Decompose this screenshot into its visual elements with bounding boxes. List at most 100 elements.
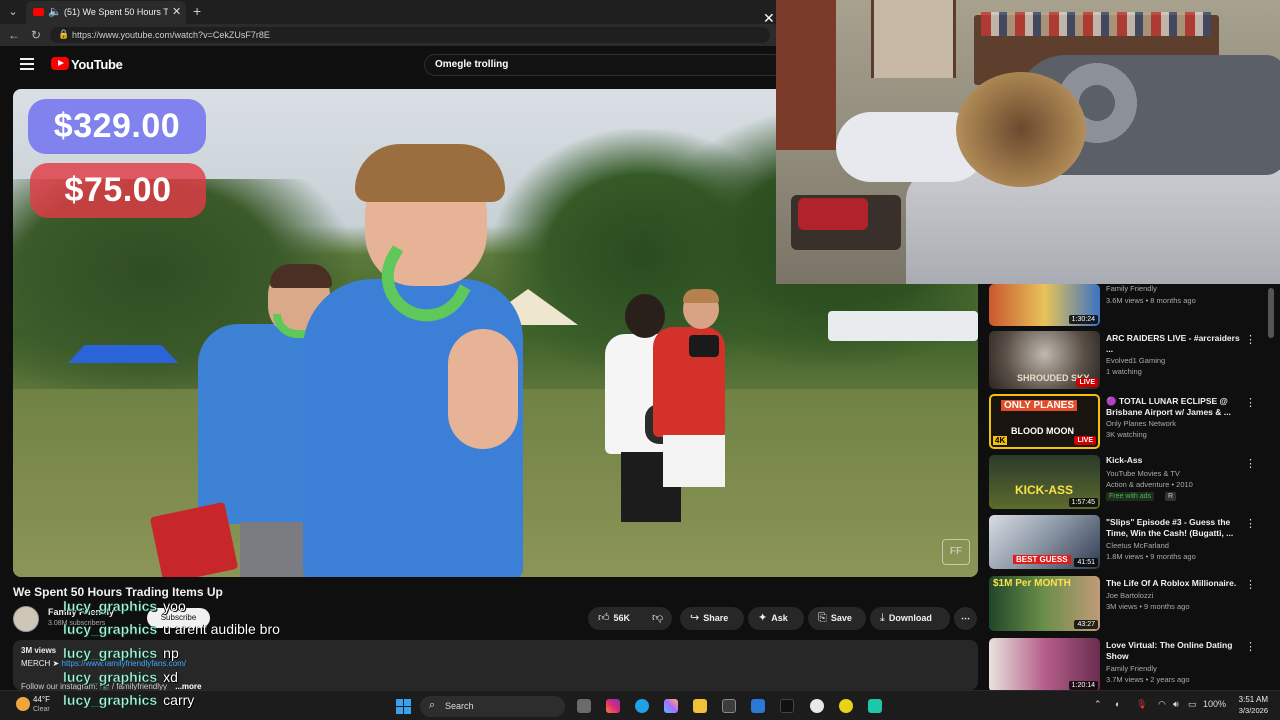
alien-app-icon[interactable] — [810, 699, 824, 713]
tab-search-chevron-icon[interactable]: ⌄ — [4, 4, 22, 20]
chat-message: lucy_graphics carry — [63, 692, 194, 708]
recommendation-thumbnail[interactable]: 1:30:24 — [989, 284, 1100, 326]
thumbnail-text: KICK-ASS — [1015, 483, 1074, 497]
rating-badge: R — [1165, 492, 1177, 501]
webcam-person — [956, 72, 1086, 187]
recommendation-more-icon[interactable]: ⋮ — [1245, 517, 1256, 530]
volume-icon[interactable]: 🔊︎ — [1173, 699, 1179, 710]
duration-badge: 1:57:45 — [1068, 498, 1098, 507]
recommendation-item[interactable]: SHROUDED SKY LIVE ARC RAIDERS LIVE - #ar… — [985, 331, 1275, 389]
duration-badge: 43:27 — [1074, 620, 1098, 629]
recommendation-item[interactable]: $1M Per MONTH 43:27 The Life Of A Roblox… — [985, 576, 1275, 632]
hamburger-menu-icon[interactable] — [20, 58, 34, 70]
new-tab-plus-icon[interactable]: + — [193, 3, 201, 19]
url-field[interactable]: 🔒 https://www.youtube.com/watch?v=CekZUs… — [50, 27, 770, 43]
chat-text: xd — [163, 669, 178, 685]
chat-text: carry — [163, 692, 195, 708]
reload-icon[interactable]: ↻ — [31, 28, 41, 42]
recommendation-more-icon[interactable]: ⋮ — [1245, 640, 1256, 653]
search-input[interactable]: Omegle trolling — [424, 54, 784, 76]
recommendation-item[interactable]: BEST GUESS 41:51 "Slips" Episode #3 - Gu… — [985, 515, 1275, 571]
recommendation-title: Kick-Ass — [1106, 455, 1143, 465]
price-overlay-top: $329.00 — [28, 99, 206, 154]
battery-percent[interactable]: 100% — [1203, 699, 1226, 709]
download-button[interactable]: ⤓ Download — [870, 607, 950, 630]
weather-icon[interactable] — [16, 697, 30, 711]
chat-username: lucy_graphics — [63, 669, 158, 685]
recommendation-item[interactable]: ONLY PLANES BLOOD MOON 4K LIVE 🟣 TOTAL L… — [985, 394, 1275, 450]
channel-watermark-icon[interactable]: FF — [942, 539, 970, 565]
obs-app-icon[interactable] — [868, 699, 882, 713]
recommendation-meta: 1.8M views • 9 months ago — [1106, 552, 1196, 561]
weather-description[interactable]: Clear — [33, 706, 50, 713]
recommendation-thumbnail[interactable]: 1:20:14 — [989, 638, 1100, 690]
recommendation-channel: Evolved1 Gaming — [1106, 356, 1166, 365]
thumbnail-text: $1M Per MONTH — [993, 578, 1071, 589]
edge-browser-icon[interactable] — [635, 699, 649, 713]
wifi-icon[interactable]: ◠ — [1158, 699, 1166, 710]
speaker-icon[interactable]: 🔈 — [48, 5, 62, 18]
recommendation-thumbnail[interactable]: $1M Per MONTH 43:27 — [989, 576, 1100, 631]
tiktok-icon[interactable] — [780, 699, 794, 713]
thumbnail-text: BEST GUESS — [1013, 555, 1071, 564]
clock-date[interactable]: 3/3/2026 — [1228, 706, 1268, 715]
copilot-icon[interactable] — [664, 699, 678, 713]
recommendation-thumbnail[interactable]: KICK-ASS 1:57:45 — [989, 455, 1100, 509]
youtube-logo-icon[interactable] — [51, 57, 69, 70]
clock-time[interactable]: 3:51 AM — [1236, 695, 1268, 704]
recommendation-thumbnail[interactable]: ONLY PLANES BLOOD MOON 4K LIVE — [989, 394, 1100, 449]
file-explorer-icon[interactable] — [693, 699, 707, 713]
thumbnail-text: ONLY PLANES — [1001, 400, 1078, 411]
share-icon: ↪ — [690, 612, 700, 624]
recommendation-title: "Slips" Episode #3 - Guess the Time, Win… — [1106, 517, 1234, 538]
clear-search-icon[interactable]: ✕ — [763, 10, 775, 27]
recommendation-more-icon[interactable]: ⋮ — [1245, 457, 1256, 470]
recommendation-more-icon[interactable]: ⋮ — [1245, 396, 1256, 409]
microphone-icon[interactable]: 🎙︎ — [1136, 699, 1147, 710]
browser-tab-youtube[interactable]: 🔈 (51) We Spent 50 Hours Tradi ✕ — [26, 1, 186, 24]
ask-button[interactable]: ✦ Ask — [748, 607, 804, 630]
more-actions-button[interactable]: ⋯ — [954, 607, 977, 630]
weather-temperature[interactable]: 44°F — [33, 695, 50, 704]
share-button[interactable]: ↪ Share — [680, 607, 744, 630]
tab-title: (51) We Spent 50 Hours Tradi — [64, 7, 168, 17]
chat-message: lucy_graphics yoo — [63, 598, 186, 614]
chat-username: lucy_graphics — [63, 645, 158, 661]
recommendation-more-icon[interactable]: ⋮ — [1245, 333, 1256, 346]
person-red-shirt — [653, 289, 743, 539]
recommendation-item[interactable]: 1:20:14 Love Virtual: The Online Dating … — [985, 638, 1275, 690]
download-icon: ⤓ — [880, 612, 885, 624]
instagram-icon[interactable] — [606, 699, 620, 713]
windows-start-icon[interactable] — [396, 699, 411, 714]
recommendation-thumbnail[interactable]: SHROUDED SKY LIVE — [989, 331, 1100, 389]
sidebar-scrollbar[interactable] — [1268, 288, 1274, 338]
save-button[interactable]: ⎘ Save — [808, 607, 866, 630]
battery-icon[interactable]: ▭ — [1188, 699, 1197, 710]
address-bar-row: ← ↻ 🔒 https://www.youtube.com/watch?v=Ce… — [0, 24, 776, 46]
browser-tab-bar: ⌄ 🔈 (51) We Spent 50 Hours Tradi ✕ + — [0, 0, 776, 24]
recommendation-thumbnail[interactable]: BEST GUESS 41:51 — [989, 515, 1100, 569]
search-icon: ⌕ — [429, 699, 436, 711]
tab-close-icon[interactable]: ✕ — [172, 5, 181, 18]
recommendation-title: Love Virtual: The Online Dating Show — [1106, 640, 1233, 661]
mail-icon[interactable] — [751, 699, 765, 713]
youtube-logo-text[interactable]: YouTube — [71, 57, 123, 72]
tray-app-icon[interactable]: ◐ — [1115, 699, 1120, 709]
channel-avatar[interactable] — [13, 606, 39, 632]
recommendation-channel: Only Planes Network — [1106, 419, 1177, 428]
video-title: We Spent 50 Hours Trading Items Up — [13, 585, 223, 599]
dislike-button[interactable]: 👎︎ — [644, 607, 672, 630]
duration-badge: 41:51 — [1074, 558, 1098, 567]
recommendation-item[interactable]: KICK-ASS 1:57:45 Kick-Ass YouTube Movies… — [985, 455, 1275, 511]
recommendation-more-icon[interactable]: ⋮ — [1245, 578, 1256, 591]
task-view-icon[interactable] — [577, 699, 591, 713]
yellow-app-icon[interactable] — [839, 699, 853, 713]
blue-tent — [68, 345, 178, 363]
thumbnail-text: BLOOD MOON — [1011, 426, 1074, 436]
save-label: Save — [830, 613, 852, 623]
back-arrow-icon[interactable]: ← — [8, 28, 20, 42]
taskbar-search-label: Search — [445, 701, 474, 711]
tray-overflow-icon[interactable]: ⌃ — [1094, 699, 1102, 710]
taskbar-search[interactable]: ⌕ Search — [420, 696, 565, 717]
store-icon[interactable] — [722, 699, 736, 713]
